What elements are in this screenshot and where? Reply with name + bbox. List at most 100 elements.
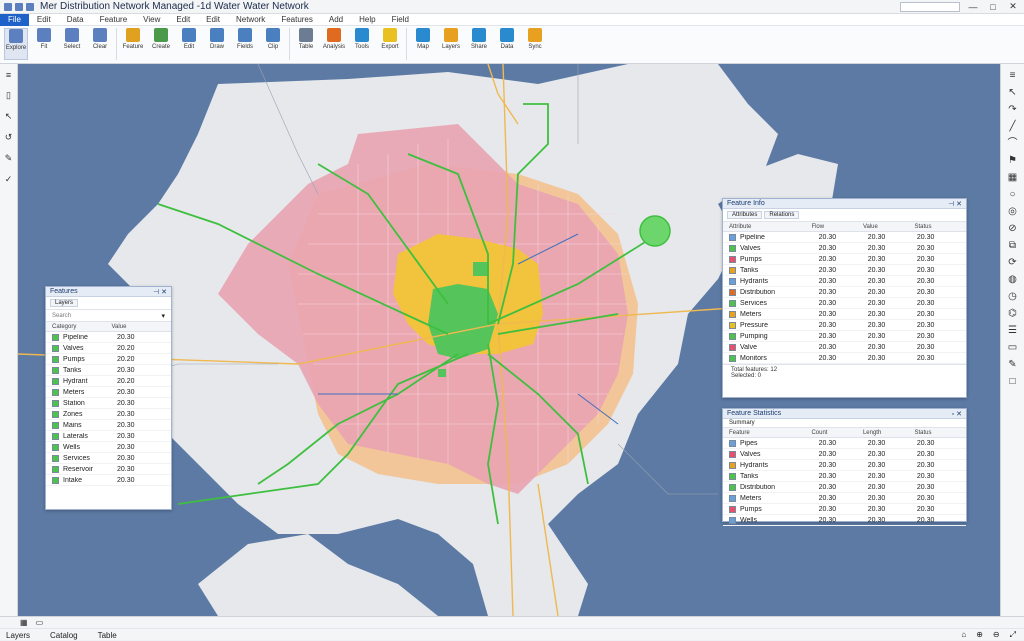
list-item[interactable]: Reservoir 20.30	[46, 464, 171, 475]
status-mode-icon[interactable]: ▭	[36, 618, 44, 627]
ribbon-button-0[interactable]: Explore	[4, 28, 28, 60]
globe-icon[interactable]: ◍	[1007, 274, 1019, 286]
circle-icon[interactable]: ○	[1007, 189, 1019, 201]
menu-tab-9[interactable]: Add	[321, 14, 351, 26]
table-row[interactable]: Monitors 20.30 20.30 20.30	[723, 353, 966, 364]
list-item[interactable]: Pumps 20.20	[46, 354, 171, 365]
zoom-out-icon[interactable]: ⊖	[993, 630, 1000, 640]
close-icon[interactable]: ▫ ✕	[952, 410, 962, 418]
table-row[interactable]: Pumping 20.30 20.30 20.30	[723, 331, 966, 342]
check-icon[interactable]: ✓	[5, 174, 13, 185]
stack-icon[interactable]: ☰	[1007, 325, 1019, 337]
table-row[interactable]: Valve 20.30 20.30 20.30	[723, 342, 966, 353]
ribbon-button-1[interactable]: Fit	[32, 28, 56, 60]
lasso-icon[interactable]: ↺	[5, 132, 13, 143]
menu-tab-11[interactable]: Field	[384, 14, 417, 26]
list-item[interactable]: Tanks 20.30	[46, 365, 171, 376]
menu-tab-6[interactable]: Edit	[198, 14, 228, 26]
document-icon[interactable]: ▯	[6, 90, 11, 101]
table-row[interactable]: Tanks 20.30 20.30 20.30	[723, 471, 966, 482]
ribbon-button-7[interactable]: Draw	[205, 28, 229, 60]
box-icon[interactable]: □	[1007, 376, 1019, 388]
table-row[interactable]: Pumps 20.30 20.30 20.30	[723, 504, 966, 515]
table-row[interactable]: Pressure 20.30 20.30 20.30	[723, 320, 966, 331]
pointer-icon[interactable]: ↖	[5, 111, 13, 122]
menu-tab-5[interactable]: Edit	[168, 14, 198, 26]
flag-icon[interactable]: ⚑	[1007, 155, 1019, 167]
table-row[interactable]: Wells 20.30 20.30 20.30	[723, 515, 966, 526]
table-row[interactable]: Hydrants 20.30 20.30 20.30	[723, 276, 966, 287]
search-field-label[interactable]: Search	[52, 313, 161, 319]
menu-tab-4[interactable]: View	[135, 14, 168, 26]
menu-tab-2[interactable]: Data	[59, 14, 92, 26]
ribbon-button-9[interactable]: Clip	[261, 28, 285, 60]
pencil-icon[interactable]: ✎	[5, 153, 13, 164]
edit-side-icon[interactable]: ✎	[1007, 359, 1019, 371]
ribbon-button-6[interactable]: Edit	[177, 28, 201, 60]
layers-side-icon[interactable]: ⧉	[1007, 240, 1019, 252]
refresh-icon[interactable]: ⟳	[1007, 257, 1019, 269]
col-value[interactable]: Value	[112, 324, 172, 330]
menu-icon[interactable]: ≡	[1007, 70, 1019, 82]
menu-tab-10[interactable]: Help	[351, 14, 383, 26]
line-icon[interactable]: ╱	[1007, 121, 1019, 133]
close-button[interactable]: ✕	[1006, 1, 1020, 12]
redo-icon[interactable]: ↷	[1007, 104, 1019, 116]
ribbon-button-13[interactable]: Export	[378, 28, 402, 60]
col-status[interactable]: Status	[914, 224, 966, 230]
col-value[interactable]: Value	[863, 224, 915, 230]
col-count[interactable]: Count	[811, 430, 863, 436]
list-item[interactable]: Zones 20.30	[46, 409, 171, 420]
col-status[interactable]: Status	[914, 430, 966, 436]
list-icon[interactable]: ≡	[6, 70, 11, 80]
status-tab-catalog[interactable]: Catalog	[50, 631, 78, 640]
list-item[interactable]: Mains 20.30	[46, 420, 171, 431]
close-icon[interactable]: ⊣ ✕	[948, 200, 962, 208]
menu-tab-3[interactable]: Feature	[92, 14, 136, 26]
undo-icon[interactable]	[26, 2, 34, 11]
table-row[interactable]: Hydrants 20.30 20.30 20.30	[723, 460, 966, 471]
menu-tab-8[interactable]: Features	[273, 14, 321, 26]
ribbon-button-10[interactable]: Table	[294, 28, 318, 60]
ribbon-button-2[interactable]: Select	[60, 28, 84, 60]
list-item[interactable]: Station 20.30	[46, 398, 171, 409]
menu-tab-1[interactable]: Edit	[29, 14, 59, 26]
col-category[interactable]: Category	[52, 324, 112, 330]
ribbon-button-17[interactable]: Data	[495, 28, 519, 60]
list-item[interactable]: Laterals 20.30	[46, 431, 171, 442]
ribbon-button-14[interactable]: Map	[411, 28, 435, 60]
menu-tab-0[interactable]: File	[0, 13, 29, 26]
list-item[interactable]: Valves 20.20	[46, 343, 171, 354]
arrow-icon[interactable]: ↖	[1007, 87, 1019, 99]
ribbon-button-3[interactable]: Clear	[88, 28, 112, 60]
table-row[interactable]: Pumps 20.30 20.30 20.30	[723, 254, 966, 265]
col-length[interactable]: Length	[863, 430, 915, 436]
col-attribute[interactable]: Attribute	[729, 224, 811, 230]
minimize-button[interactable]: —	[966, 2, 980, 12]
tab-layers[interactable]: Layers	[50, 299, 79, 307]
ribbon-button-4[interactable]: Feature	[121, 28, 145, 60]
home-icon[interactable]: ⌂	[961, 630, 966, 640]
ribbon-button-5[interactable]: Create	[149, 28, 173, 60]
table-row[interactable]: Valves 20.30 20.30 20.30	[723, 449, 966, 460]
filter-icon[interactable]: ▾	[161, 312, 165, 320]
zoom-in-icon[interactable]: ⊕	[976, 630, 983, 640]
list-item[interactable]: Services 20.30	[46, 453, 171, 464]
list-item[interactable]: Intake 20.30	[46, 475, 171, 486]
col-flow[interactable]: Flow	[811, 224, 863, 230]
list-item[interactable]: Meters 20.30	[46, 387, 171, 398]
list-item[interactable]: Pipeline 20.30	[46, 332, 171, 343]
grid-icon[interactable]: ▦	[1007, 172, 1019, 184]
ribbon-button-8[interactable]: Fields	[233, 28, 257, 60]
grid-toggle-icon[interactable]: ▦	[20, 618, 28, 627]
col-feature[interactable]: Feature	[729, 430, 811, 436]
panel-search[interactable]: Search ▾	[46, 310, 171, 322]
clock-icon[interactable]: ◷	[1007, 291, 1019, 303]
table-row[interactable]: Valves 20.30 20.30 20.30	[723, 243, 966, 254]
ribbon-button-18[interactable]: Sync	[523, 28, 547, 60]
menu-tab-7[interactable]: Network	[228, 14, 273, 26]
measure-icon[interactable]: ⊘	[1007, 223, 1019, 235]
table-row[interactable]: Tanks 20.30 20.30 20.30	[723, 265, 966, 276]
table-row[interactable]: Pipeline 20.30 20.30 20.30	[723, 232, 966, 243]
ribbon-button-16[interactable]: Share	[467, 28, 491, 60]
